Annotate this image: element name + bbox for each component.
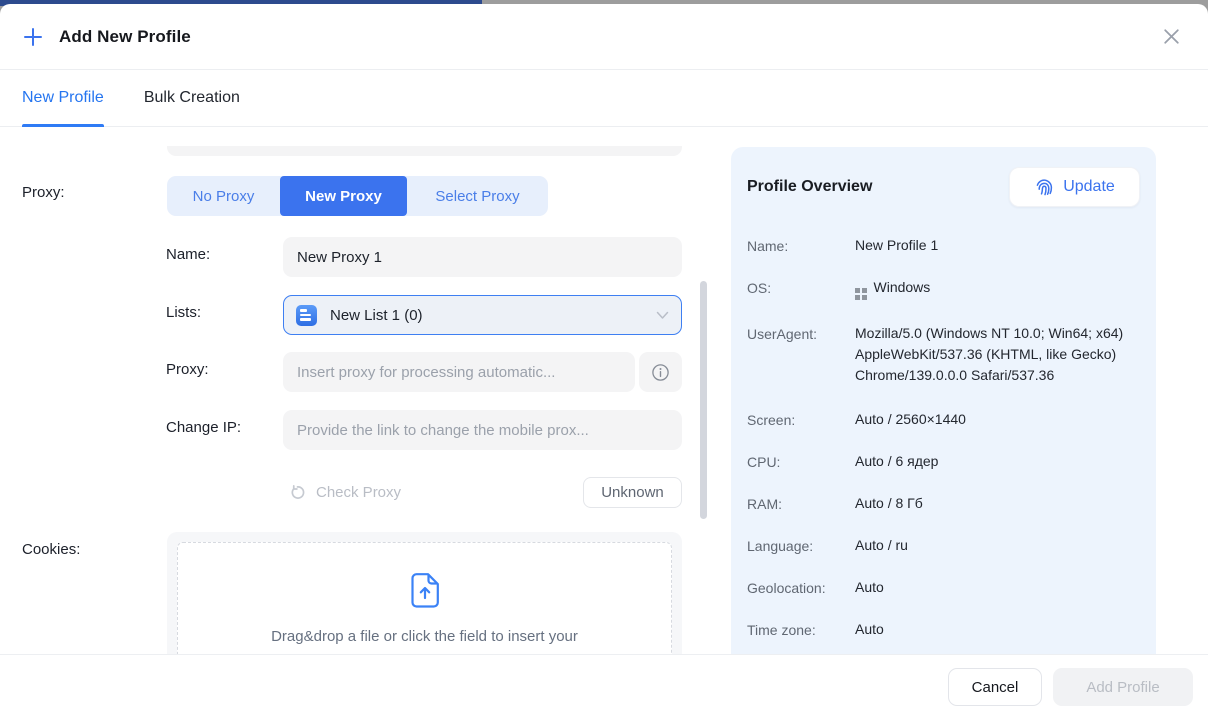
modal-title: Add New Profile — [59, 27, 191, 47]
profile-overview-panel: Profile Overview Update Name: New Profil… — [731, 147, 1156, 655]
row-value: Auto / 2560×1440 — [855, 412, 966, 428]
lists-dropdown[interactable]: New List 1 (0) — [283, 295, 682, 335]
modal-header: Add New Profile — [0, 4, 1208, 70]
overview-rows: Name: New Profile 1 OS: Windows UserAgen… — [747, 238, 1140, 638]
os-value-text: Windows — [874, 279, 931, 295]
list-icon — [296, 305, 317, 326]
fingerprint-icon — [1034, 177, 1055, 198]
row-label: RAM: — [747, 496, 855, 512]
cookies-label: Cookies: — [22, 541, 80, 558]
close-icon[interactable] — [1158, 24, 1184, 50]
change-ip-label: Change IP: — [166, 419, 241, 436]
new-proxy-button[interactable]: New Proxy — [280, 176, 407, 216]
proxy-mode-segmented-control: No Proxy New Proxy Select Proxy — [167, 176, 548, 216]
cookies-dropzone[interactable]: Drag&drop a file or click the field to i… — [177, 542, 672, 655]
modal-footer: Cancel Add Profile — [0, 655, 1208, 719]
row-value: Mozilla/5.0 (Windows NT 10.0; Win64; x64… — [855, 323, 1140, 386]
overview-row-language: Language: Auto / ru — [747, 538, 1140, 554]
proxy-status-badge[interactable]: Unknown — [583, 477, 682, 508]
no-proxy-button[interactable]: No Proxy — [167, 176, 280, 216]
vertical-scrollbar[interactable] — [700, 281, 707, 519]
dropzone-text: Drag&drop a file or click the field to i… — [271, 628, 578, 645]
update-button-label: Update — [1063, 178, 1115, 196]
panel-title: Profile Overview — [747, 178, 872, 196]
row-label: OS: — [747, 280, 855, 300]
modal-content: Proxy: No Proxy New Proxy Select Proxy N… — [0, 127, 1208, 655]
row-value: New Profile 1 — [855, 238, 938, 254]
overview-row-timezone: Time zone: Auto — [747, 622, 1140, 638]
overview-row-screen: Screen: Auto / 2560×1440 — [747, 412, 1140, 428]
name-label: Name: — [166, 246, 210, 263]
lists-dropdown-value: New List 1 (0) — [330, 307, 423, 324]
overview-row-os: OS: Windows — [747, 280, 1140, 300]
panel-header: Profile Overview Update — [747, 167, 1140, 207]
info-icon — [651, 363, 670, 382]
windows-icon — [855, 288, 867, 300]
row-label: CPU: — [747, 454, 855, 470]
file-upload-icon — [411, 573, 439, 608]
row-label: Geolocation: — [747, 580, 855, 596]
tab-bar: New Profile Bulk Creation — [0, 70, 1208, 127]
check-proxy-button[interactable]: Check Proxy — [289, 477, 401, 508]
row-value: Windows — [855, 280, 930, 300]
overview-row-ram: RAM: Auto / 8 Гб — [747, 496, 1140, 512]
lists-label: Lists: — [166, 304, 201, 321]
tab-new-profile-label: New Profile — [22, 89, 104, 107]
overview-row-cpu: CPU: Auto / 6 ядер — [747, 454, 1140, 470]
select-proxy-button[interactable]: Select Proxy — [407, 176, 548, 216]
scrolled-field-remnant — [167, 146, 682, 156]
proxy-info-button[interactable] — [639, 352, 682, 392]
proxy-field-label: Proxy: — [166, 361, 209, 378]
row-label: Name: — [747, 238, 855, 254]
add-profile-button[interactable]: Add Profile — [1053, 668, 1193, 706]
overview-row-geolocation: Geolocation: Auto — [747, 580, 1140, 596]
row-label: Language: — [747, 538, 855, 554]
overview-row-useragent: UserAgent: Mozilla/5.0 (Windows NT 10.0;… — [747, 326, 1140, 386]
plus-icon — [22, 26, 44, 48]
cookies-container: Drag&drop a file or click the field to i… — [167, 532, 682, 655]
proxy-input[interactable] — [283, 352, 635, 392]
check-proxy-label: Check Proxy — [316, 484, 401, 501]
add-new-profile-modal: Add New Profile New Profile Bulk Creatio… — [0, 4, 1208, 721]
row-label: Screen: — [747, 412, 855, 428]
refresh-icon — [289, 484, 306, 501]
tab-bulk-creation-label: Bulk Creation — [144, 89, 240, 107]
row-value: Auto / 6 ядер — [855, 454, 938, 470]
cancel-button[interactable]: Cancel — [948, 668, 1042, 706]
update-button[interactable]: Update — [1009, 167, 1140, 207]
row-value: Auto — [855, 580, 884, 596]
row-label: UserAgent: — [747, 326, 855, 386]
row-value: Auto — [855, 622, 884, 638]
change-ip-input[interactable] — [283, 410, 682, 450]
proxy-name-input[interactable] — [283, 237, 682, 277]
row-value: Auto / 8 Гб — [855, 496, 923, 512]
tab-bulk-creation[interactable]: Bulk Creation — [144, 70, 240, 126]
overview-row-name: Name: New Profile 1 — [747, 238, 1140, 254]
proxy-section-label: Proxy: — [22, 184, 65, 201]
tab-new-profile[interactable]: New Profile — [22, 70, 104, 126]
chevron-down-icon — [656, 311, 669, 320]
row-label: Time zone: — [747, 622, 855, 638]
row-value: Auto / ru — [855, 538, 908, 554]
